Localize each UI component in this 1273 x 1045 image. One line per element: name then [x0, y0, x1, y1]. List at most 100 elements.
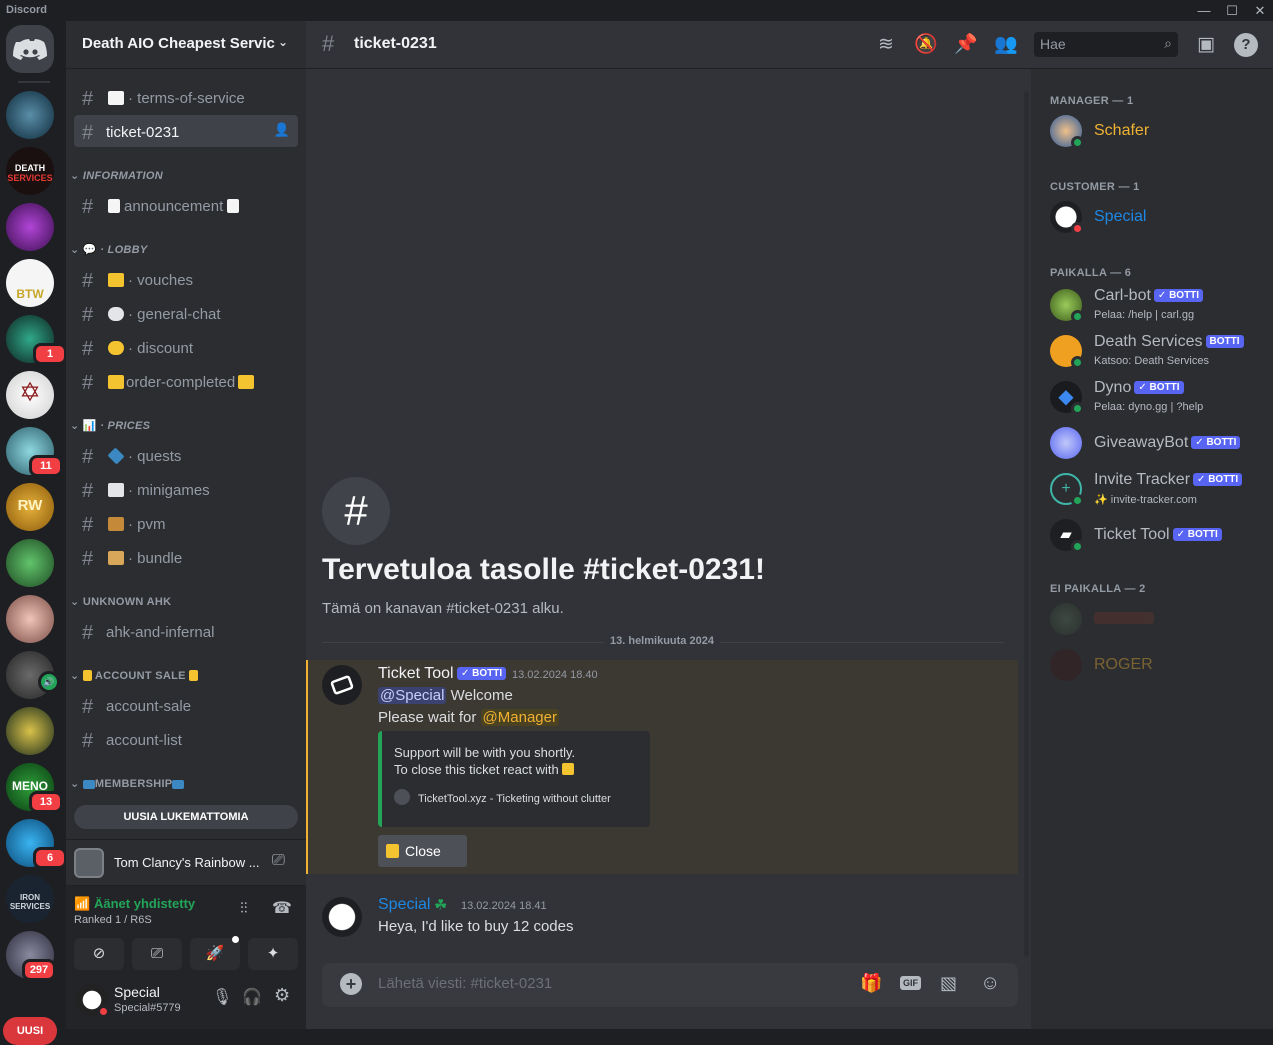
channel-order-completed[interactable]: # order-completed	[74, 365, 298, 397]
gift-icon[interactable]: 🎁	[860, 973, 882, 994]
noise-suppression-icon[interactable]: ⫶⫶	[240, 900, 248, 917]
voice-status[interactable]: Äänet yhdistetty	[94, 896, 195, 911]
camera-off-button[interactable]: ⊘	[74, 938, 124, 970]
user-tag: Special#5779	[114, 1002, 181, 1014]
headphones-icon[interactable]: 🎧	[242, 987, 262, 1007]
category-account-sale[interactable]: ⌄ ACCOUNT SALE	[70, 669, 199, 682]
server-badge: 11	[29, 455, 63, 477]
member-item[interactable]: Death Services BOTTI Katsoo: Death Servic…	[1050, 333, 1265, 377]
server-icon-purple[interactable]	[6, 203, 54, 251]
new-unreads-pill[interactable]: UUSIA LUKEMATTOMIA	[74, 805, 298, 829]
mute-bell-icon[interactable]: 🔕	[914, 33, 938, 57]
card-emoji	[172, 780, 185, 789]
server-icon-face[interactable]	[6, 595, 54, 643]
message-timestamp: 13.02.2024 18.40	[512, 669, 598, 681]
gif-icon[interactable]: GIF	[900, 976, 921, 990]
message-author[interactable]: Ticket Tool	[378, 665, 454, 683]
member-item-offline[interactable]: ROGER	[1050, 647, 1265, 691]
member-item[interactable]: Schafer	[1050, 113, 1265, 157]
channel-announcement[interactable]: # announcement	[74, 189, 298, 221]
channel-general-chat[interactable]: # · general-chat	[74, 297, 298, 329]
ticket-tool-avatar[interactable]	[322, 665, 362, 705]
channel-bundle[interactable]: # · bundle	[74, 541, 298, 573]
member-item[interactable]: ▰ Ticket Tool ✓ BOTTI	[1050, 517, 1265, 561]
user-mention[interactable]: @Special	[378, 687, 447, 704]
channel-quests[interactable]: # · quests	[74, 439, 298, 471]
server-icon-iron-services[interactable]: IRON SERVICES	[6, 875, 54, 923]
maximize-icon[interactable]: ☐	[1222, 2, 1242, 19]
inbox-icon[interactable]: ▣	[1194, 33, 1218, 57]
member-item[interactable]: Special	[1050, 199, 1265, 243]
close-icon[interactable]: ✕	[1250, 2, 1270, 19]
category-label: · LOBBY	[100, 244, 148, 256]
hash-icon: #	[322, 31, 335, 56]
threads-icon[interactable]: ≋	[874, 33, 898, 57]
soundboard-button[interactable]: ✦	[248, 938, 298, 970]
members-icon[interactable]: 👥	[994, 33, 1018, 57]
channel-header: # ticket-0231 ≋ 🔕 📌 👥 Hae ⌕ ▣ ?	[306, 21, 1273, 69]
member-name: Death Services	[1094, 333, 1203, 350]
search-input[interactable]: Hae ⌕	[1034, 32, 1178, 57]
channel-vouches[interactable]: # · vouches	[74, 263, 298, 295]
scrollbar[interactable]	[1024, 91, 1029, 957]
home-button[interactable]	[6, 25, 54, 73]
member-item[interactable]: ◆ Dyno ✓ BOTTI Pelaa: dyno.gg | ?help	[1050, 379, 1265, 423]
disconnect-icon[interactable]: ☎	[272, 898, 292, 918]
channel-pvm[interactable]: # · pvm	[74, 507, 298, 539]
server-icon-death-services[interactable]: DEATH SERVICES	[6, 147, 54, 195]
package-emoji	[108, 551, 124, 565]
user-name[interactable]: Special	[114, 984, 160, 1000]
sticker-icon[interactable]: ▧	[940, 973, 957, 994]
channel-ahk-and-infernal[interactable]: # ahk-and-infernal	[74, 615, 298, 647]
plus-icon[interactable]: +	[340, 973, 362, 995]
gear-icon[interactable]: ⚙	[274, 985, 290, 1006]
message-input[interactable]: + Lähetä viesti: #ticket-0231 🎁 GIF ▧ ☺	[322, 963, 1018, 1007]
server-icon-wolf[interactable]	[6, 91, 54, 139]
member-item[interactable]: + Invite Tracker ✓ BOTTI ✨ invite-tracker…	[1050, 471, 1265, 515]
minimize-icon[interactable]: —	[1194, 2, 1214, 19]
activity-button[interactable]: 🚀	[190, 938, 240, 970]
activity-panel[interactable]: Tom Clancy's Rainbow ... ⎚	[66, 839, 306, 885]
close-ticket-button[interactable]: Close	[378, 835, 467, 867]
server-icon-rw[interactable]: RW	[6, 483, 54, 531]
channel-account-list[interactable]: # account-list	[74, 723, 298, 755]
channel-account-sale[interactable]: # account-sale	[74, 689, 298, 721]
pin-icon[interactable]: 📌	[954, 33, 978, 57]
category-lobby[interactable]: ⌄ 💬 · LOBBY	[70, 243, 148, 256]
role-mention[interactable]: @Manager	[480, 709, 559, 726]
message-author[interactable]: Special	[378, 896, 430, 914]
server-icon-pentagram[interactable]: ✡	[6, 371, 54, 419]
server-badge: 13	[29, 791, 63, 813]
category-information[interactable]: ⌄ INFORMATION	[70, 169, 163, 182]
special-avatar[interactable]	[322, 897, 362, 937]
embed-text: To close this ticket react with	[394, 762, 559, 777]
member-group-header: EI PAIKALLA — 2	[1050, 583, 1146, 595]
add-member-icon[interactable]: 👤	[274, 122, 290, 138]
member-item[interactable]: GiveawayBot ✓ BOTTI	[1050, 425, 1265, 469]
microphone-icon[interactable]: 🎙	[212, 987, 232, 1007]
channel-ticket-0231[interactable]: # ticket-0231 👤	[74, 115, 298, 147]
channel-terms-of-service[interactable]: # · terms-of-service	[74, 81, 298, 113]
server-icon-btw[interactable]: BTW	[6, 259, 54, 307]
category-prices[interactable]: ⌄ 📊 · PRICES	[70, 419, 150, 432]
dnd-status-icon	[1071, 222, 1084, 235]
guild-header[interactable]: Death AIO Cheapest Servic ⌄	[66, 21, 306, 69]
category-unknown-ahk[interactable]: ⌄ UNKNOWN AHK	[70, 595, 171, 608]
embed-footer: TicketTool.xyz - Ticketing without clutt…	[394, 789, 638, 805]
channel-discount[interactable]: # · discount	[74, 331, 298, 363]
category-membership[interactable]: ⌄ MEMBERSHIP	[70, 777, 185, 790]
new-unread-pill[interactable]: UUSI	[3, 1017, 57, 1045]
screen-share-button[interactable]: ⎚	[132, 938, 182, 970]
hash-icon: #	[82, 270, 94, 292]
member-item[interactable]: Carl-bot ✓ BOTTI Pelaa: /help | carl.gg	[1050, 287, 1265, 331]
screen-share-icon[interactable]: ⎚	[272, 852, 285, 870]
channel-label: order-completed	[126, 374, 236, 391]
channel-minigames[interactable]: # · minigames	[74, 473, 298, 505]
member-item-offline[interactable]	[1050, 601, 1265, 645]
server-icon-snorlax[interactable]	[6, 539, 54, 587]
voice-channel[interactable]: Ranked 1 / R6S	[74, 914, 152, 926]
server-icon-star-miners[interactable]	[6, 707, 54, 755]
help-icon[interactable]: ?	[1234, 33, 1258, 57]
emoji-icon[interactable]: ☺	[980, 972, 1000, 995]
hash-icon: #	[82, 196, 94, 218]
